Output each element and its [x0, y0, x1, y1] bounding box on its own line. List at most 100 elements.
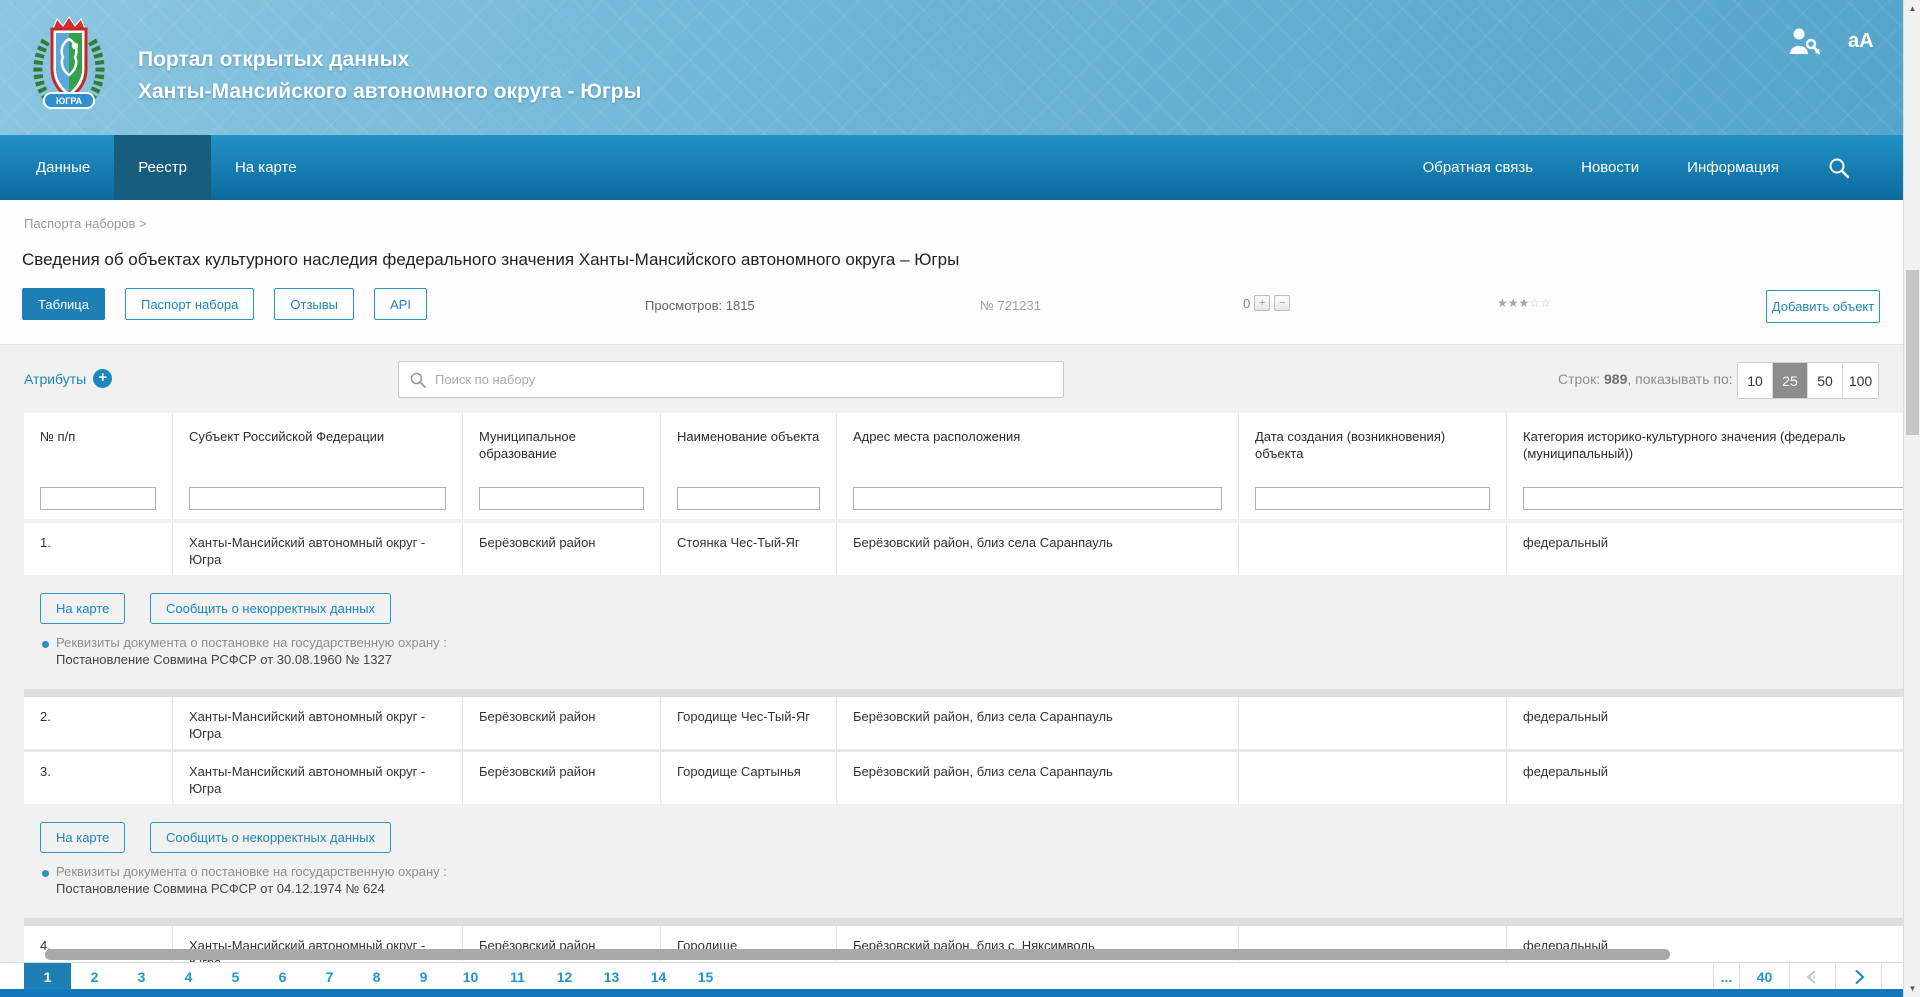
table-body: 1.Ханты-Мансийский автономный округ - Юг…	[24, 519, 1920, 978]
page-size-selector: 102550100	[1737, 362, 1879, 399]
portal-title-line2: Ханты-Мансийского автономного округа - Ю…	[138, 76, 641, 108]
column-filter-input-1[interactable]	[40, 487, 156, 510]
star-filled-icon[interactable]: ★	[1519, 296, 1530, 310]
row-spacer	[24, 918, 1920, 926]
font-size-icon[interactable]: аА	[1848, 30, 1874, 53]
table-row: 3.Ханты-Мансийский автономный округ - Юг…	[24, 752, 1920, 804]
table-row: 2.Ханты-Мансийский автономный округ - Юг…	[24, 697, 1920, 749]
pagination-ellipsis: ...	[1713, 963, 1739, 990]
table-header-row: № п/пСубъект Российской ФедерацииМуницип…	[24, 413, 1920, 478]
tab-Отзывы[interactable]: Отзывы	[274, 288, 354, 320]
tab-Таблица[interactable]: Таблица	[22, 288, 105, 320]
pagination-prev-button[interactable]	[1789, 963, 1835, 990]
rows-count: 989	[1604, 371, 1627, 387]
page-size-10[interactable]: 10	[1738, 363, 1773, 398]
page-number-15[interactable]: 15	[682, 963, 729, 990]
cell-municipality: Берёзовский район	[463, 697, 661, 749]
breadcrumb[interactable]: Паспорта наборов >	[24, 216, 147, 231]
page-number-1[interactable]: 1	[24, 963, 71, 990]
rating-stars[interactable]: ★★★☆☆	[1497, 296, 1551, 310]
column-filter-input-6[interactable]	[1255, 487, 1490, 510]
page-number-10[interactable]: 10	[447, 963, 494, 990]
star-empty-icon[interactable]: ☆	[1540, 296, 1551, 310]
report-incorrect-data-button[interactable]: Сообщить о некорректных данных	[150, 593, 391, 624]
pagination-last-page[interactable]: 40	[1739, 963, 1789, 990]
star-filled-icon[interactable]: ★	[1508, 296, 1519, 310]
filter-cell-7	[1507, 478, 1920, 519]
cell-category: федеральный	[1507, 752, 1920, 804]
dataset-header-panel: Паспорта наборов > Сведения об объектах …	[0, 200, 1903, 345]
bullet-dot-icon	[42, 641, 49, 648]
cell-address: Берёзовский район, близ села Саранпауль	[837, 523, 1239, 575]
nav-item-Новости[interactable]: Новости	[1581, 159, 1639, 176]
star-filled-icon[interactable]: ★	[1497, 296, 1508, 310]
page-number-5[interactable]: 5	[212, 963, 259, 990]
cell-num: 2.	[24, 697, 173, 749]
on-map-button[interactable]: На карте	[40, 593, 125, 624]
pagination-next-button[interactable]	[1835, 963, 1882, 990]
page-size-25[interactable]: 25	[1773, 363, 1808, 398]
horizontal-scrollbar-thumb[interactable]	[45, 949, 1670, 960]
report-incorrect-data-button[interactable]: Сообщить о некорректных данных	[150, 822, 391, 853]
table-filter-row	[24, 478, 1920, 519]
tab-API[interactable]: API	[374, 288, 427, 320]
filter-cell-1	[24, 478, 173, 519]
nav-item-На карте[interactable]: На карте	[211, 135, 321, 200]
page-number-8[interactable]: 8	[353, 963, 400, 990]
attributes-control[interactable]: Атрибуты +	[24, 369, 112, 388]
on-map-button[interactable]: На карте	[40, 822, 125, 853]
portal-title: Портал открытых данных Ханты-Мансийского…	[138, 44, 641, 108]
nav-item-Реестр[interactable]: Реестр	[114, 135, 211, 200]
page-size-100[interactable]: 100	[1843, 363, 1878, 398]
vertical-scrollbar-thumb[interactable]	[1906, 270, 1919, 435]
column-header-5: Адрес места расположения	[837, 413, 1239, 478]
search-icon[interactable]	[1827, 156, 1851, 180]
logo-banner-text: ЮГРА	[56, 96, 83, 106]
column-header-4: Наименование объекта	[661, 413, 837, 478]
column-filter-input-7[interactable]	[1523, 487, 1920, 510]
column-filter-input-3[interactable]	[479, 487, 644, 510]
dataset-tabs: Таблица Паспорт набора Отзывы API	[22, 288, 427, 320]
page-size-50[interactable]: 50	[1808, 363, 1843, 398]
filter-cell-3	[463, 478, 661, 519]
page-number-12[interactable]: 12	[541, 963, 588, 990]
nav-item-Обратная связь[interactable]: Обратная связь	[1423, 159, 1534, 176]
column-filter-input-2[interactable]	[189, 487, 446, 510]
login-person-key-icon[interactable]	[1788, 26, 1820, 56]
star-empty-icon[interactable]: ☆	[1529, 296, 1540, 310]
portal-window: ЮГРА Портал открытых данных Ханты-Мансий…	[0, 0, 1920, 997]
dataset-search-input[interactable]	[435, 372, 1053, 387]
dataset-number: № 721231	[980, 298, 1041, 313]
page-number-list: 123456789101112131415	[24, 963, 729, 990]
add-object-button[interactable]: Добавить объект	[1766, 290, 1880, 323]
vote-down-button[interactable]: −	[1274, 295, 1290, 311]
column-filter-input-5[interactable]	[853, 487, 1222, 510]
page-number-13[interactable]: 13	[588, 963, 635, 990]
column-filter-input-4[interactable]	[677, 487, 820, 510]
page-number-7[interactable]: 7	[306, 963, 353, 990]
plus-circle-icon[interactable]: +	[93, 369, 112, 388]
page-number-4[interactable]: 4	[165, 963, 212, 990]
nav-item-Информация[interactable]: Информация	[1687, 159, 1779, 176]
page-number-3[interactable]: 3	[118, 963, 165, 990]
tab-Паспорт набора[interactable]: Паспорт набора	[125, 288, 254, 320]
pagination-bar: 123456789101112131415 ... 40	[0, 962, 1903, 989]
page-number-9[interactable]: 9	[400, 963, 447, 990]
page-number-11[interactable]: 11	[494, 963, 541, 990]
table-row: 1.Ханты-Мансийский автономный округ - Юг…	[24, 523, 1920, 575]
vote-up-button[interactable]: +	[1254, 295, 1270, 311]
pagination-right-cluster: ... 40	[1713, 963, 1882, 990]
cell-date	[1239, 523, 1507, 575]
chevron-left-icon	[1803, 967, 1823, 987]
vote-count: 0	[1243, 296, 1250, 311]
scroll-up-arrow-icon[interactable]: ▲	[1904, 0, 1920, 17]
vertical-scrollbar[interactable]: ▲ ▼	[1903, 0, 1920, 997]
nav-item-Данные[interactable]: Данные	[12, 135, 114, 200]
cell-category: федеральный	[1507, 697, 1920, 749]
page-number-2[interactable]: 2	[71, 963, 118, 990]
scroll-down-arrow-icon[interactable]: ▼	[1904, 980, 1920, 997]
page-number-6[interactable]: 6	[259, 963, 306, 990]
portal-title-line1: Портал открытых данных	[138, 44, 641, 76]
page-number-14[interactable]: 14	[635, 963, 682, 990]
row-spacer	[24, 689, 1920, 697]
